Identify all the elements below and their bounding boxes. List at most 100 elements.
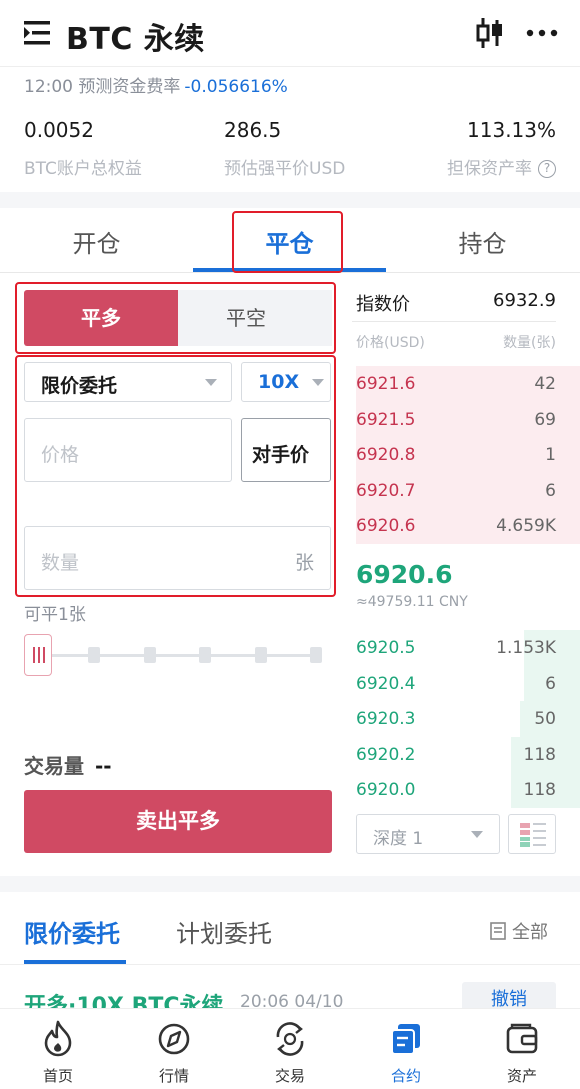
trade-volume-value: --	[94, 754, 112, 778]
ask-row[interactable]: 6920.8 1	[356, 437, 580, 473]
stat-margin-ratio-label: 担保资产率	[447, 159, 532, 179]
tab-open[interactable]: 开仓	[0, 224, 193, 259]
exchange-icon	[276, 1022, 304, 1056]
bottom-nav: 首页 行情 交易 合约 资产	[0, 1008, 580, 1089]
orderbook-price: 6920.5	[356, 638, 416, 658]
orderbook-qty: 42	[534, 374, 556, 394]
orderbook-price: 6920.7	[356, 480, 416, 501]
nav-home-label: 首页	[42, 1067, 73, 1085]
orderbook-layout-button[interactable]	[508, 814, 556, 854]
nav-contract-label: 合约	[390, 1067, 421, 1085]
flame-icon	[44, 1020, 72, 1057]
ask-row[interactable]: 6920.7 6	[356, 472, 580, 509]
orderbook-qty: 4.659K	[496, 516, 556, 536]
orderbook-price: 6920.3	[356, 709, 416, 729]
highlight-close-tab	[232, 211, 343, 273]
orderbook-qty: 6	[545, 480, 556, 501]
depth-value: 深度 1	[373, 829, 424, 849]
orderbook-price: 6920.8	[356, 445, 416, 465]
funding-rate: 12:00 预测资金费率 -0.056616%	[24, 72, 288, 97]
all-orders-label: 全部	[512, 922, 548, 943]
list-icon	[490, 922, 506, 940]
nav-markets-label: 行情	[158, 1067, 189, 1085]
slider-node-25[interactable]	[88, 647, 100, 663]
orderbook-price: 6920.2	[356, 744, 416, 765]
app-header: BTC 永续	[0, 0, 580, 66]
stat-equity-label: BTC账户总权益	[24, 159, 142, 179]
orderbook-price: 6920.6	[356, 516, 416, 536]
orderbook-price: 6920.4	[356, 673, 416, 694]
orderbook-qty-header: 数量(张)	[503, 335, 556, 351]
last-price-cny: ≈49759.11 CNY	[356, 594, 468, 610]
all-orders-filter[interactable]: 全部	[490, 918, 548, 944]
ask-row[interactable]: 6921.5 69	[356, 401, 580, 438]
section-divider-2	[0, 876, 580, 892]
tab-plan-orders[interactable]: 计划委托	[176, 914, 272, 949]
last-price: 6920.6	[356, 560, 453, 589]
depth-select[interactable]: 深度 1	[356, 814, 500, 854]
contract-icon	[391, 1024, 420, 1055]
tab-limit-orders[interactable]: 限价委托	[24, 914, 120, 949]
slider-node-75[interactable]	[199, 647, 211, 663]
slider-handle[interactable]	[24, 634, 52, 676]
stat-equity-value: 0.0052	[24, 118, 94, 142]
nav-assets[interactable]: 资产	[464, 1009, 580, 1089]
compass-icon	[158, 1023, 190, 1055]
bid-row[interactable]: 6920.5 1.153K	[356, 630, 580, 666]
index-price-value: 6932.9	[493, 290, 556, 311]
stat-liq-price-value: 286.5	[224, 118, 282, 142]
nav-trade[interactable]: 交易	[232, 1009, 348, 1089]
page-title: BTC 永续	[66, 22, 205, 57]
wallet-icon	[506, 1023, 538, 1054]
funding-rate-value: -0.056616%	[184, 77, 288, 97]
orderbook-qty: 118	[523, 780, 556, 800]
bid-row[interactable]: 6920.3 50	[356, 701, 580, 737]
orderbook-price: 6920.0	[356, 780, 416, 800]
nav-home[interactable]: 首页	[0, 1009, 116, 1089]
more-icon[interactable]	[526, 28, 558, 38]
orderbook-qty: 1	[545, 445, 556, 465]
slider-node-90[interactable]	[255, 647, 267, 663]
sell-close-long-button[interactable]: 卖出平多	[24, 790, 332, 853]
section-divider	[0, 192, 580, 208]
closable-amount: 可平1张	[24, 605, 86, 625]
orderbook-layout-icon	[520, 823, 546, 847]
nav-trade-label: 交易	[274, 1067, 305, 1085]
orderbook-qty: 69	[534, 409, 556, 430]
index-price-label: 指数价	[356, 294, 410, 315]
bid-row[interactable]: 6920.2 118	[356, 736, 580, 773]
highlight-order-form	[15, 355, 336, 597]
nav-contract[interactable]: 合约	[348, 1009, 464, 1089]
funding-rate-label: 12:00 预测资金费率	[24, 77, 181, 97]
chevron-down-icon	[471, 831, 483, 838]
slider-node-100[interactable]	[310, 647, 322, 663]
orderbook-price: 6921.6	[356, 374, 416, 394]
header-divider	[0, 66, 580, 67]
grip-icon	[33, 647, 45, 663]
orders-divider	[0, 964, 580, 965]
tab-positions[interactable]: 持仓	[386, 224, 579, 259]
bid-row[interactable]: 6920.4 6	[356, 665, 580, 702]
orderbook-price: 6921.5	[356, 409, 416, 430]
candlestick-chart-icon[interactable]	[476, 16, 504, 50]
orderbook-qty: 6	[545, 673, 556, 694]
stat-margin-ratio: 担保资产率?	[447, 154, 556, 179]
menu-collapse-icon[interactable]	[24, 20, 52, 46]
highlight-side-toggle	[15, 282, 336, 354]
ask-row[interactable]: 6920.6 4.659K	[356, 508, 580, 544]
orderbook-qty: 118	[523, 744, 556, 765]
bid-row[interactable]: 6920.0 118	[356, 772, 580, 808]
slider-node-50[interactable]	[144, 647, 156, 663]
orderbook-divider	[352, 321, 556, 322]
nav-assets-label: 资产	[506, 1067, 537, 1085]
orderbook-qty: 1.153K	[496, 638, 556, 658]
ask-row[interactable]: 6921.6 42	[356, 366, 580, 402]
orderbook-price-header: 价格(USD)	[356, 335, 425, 351]
nav-markets[interactable]: 行情	[116, 1009, 232, 1089]
trade-volume-label: 交易量	[24, 754, 84, 778]
stat-margin-ratio-value: 113.13%	[467, 118, 556, 142]
slider-track[interactable]	[36, 654, 320, 657]
help-icon[interactable]: ?	[538, 160, 556, 178]
orderbook-qty: 50	[534, 709, 556, 729]
stat-liq-price-label: 预估强平价USD	[224, 159, 346, 179]
